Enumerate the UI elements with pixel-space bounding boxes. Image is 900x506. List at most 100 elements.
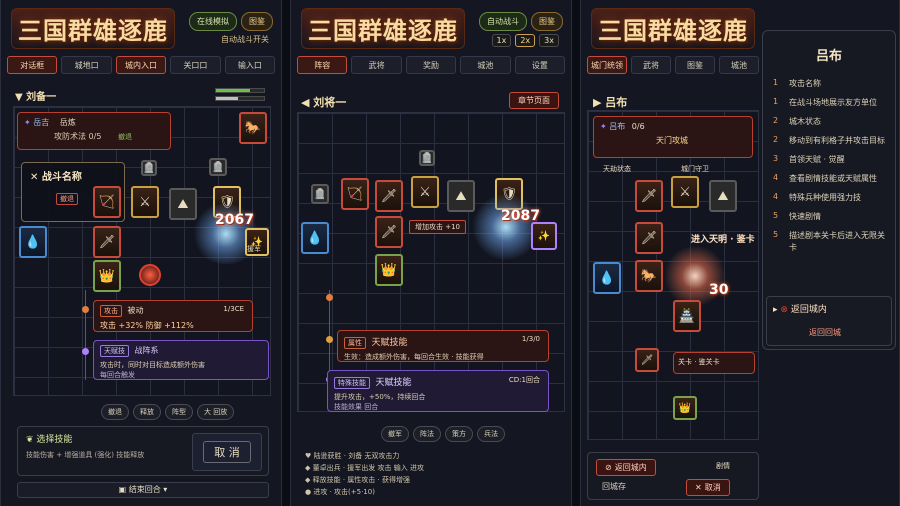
commander-unit[interactable]: 👑 <box>375 254 403 286</box>
codex-button[interactable]: 图鉴 <box>241 12 273 31</box>
buff-ratio: 1/3CE <box>223 305 244 313</box>
cancel-button[interactable]: ✕ 取消 <box>686 479 730 496</box>
general-unit[interactable]: ⚔ <box>411 176 439 208</box>
game-logo: 三国群雄逐鹿 <box>591 8 755 49</box>
close-icon[interactable]: ✕ <box>30 172 38 183</box>
settle-button[interactable]: 回城存 <box>602 481 626 492</box>
tab-settings[interactable]: 设置 <box>514 56 566 74</box>
skill-card[interactable]: 天赋技 战阵系 攻击时，同时对目标造成额外伤害 每回合触发 <box>93 340 269 380</box>
player-card[interactable]: ✦ 吕布 0/6 天门攻城 <box>593 116 753 158</box>
enemy-unit[interactable]: 🗡 <box>635 348 659 372</box>
guide-item: 1 在战斗场地展示友方单位 <box>773 97 877 107</box>
cancel-button[interactable]: 取 消 <box>203 441 251 463</box>
tombstone-icon: 🪦 <box>419 150 435 166</box>
buff-label: 增加攻击 +10 <box>409 220 466 234</box>
speed-2x[interactable]: 2x <box>515 34 536 47</box>
warrior-unit[interactable]: 🗡 <box>375 216 403 248</box>
water-unit[interactable]: 💧 <box>593 262 621 294</box>
damage-number: 30 <box>709 282 729 298</box>
tab-city[interactable]: 城池 <box>460 56 511 74</box>
return-button[interactable]: 返回回城 <box>809 327 841 338</box>
return-city-box: ▸ ⊗ 返回城内 返回回城 <box>766 296 892 346</box>
board-title: ▼ 刘备一 <box>15 92 57 103</box>
speed-selector: 1x 2x 3x <box>491 34 559 47</box>
tab-input[interactable]: 输入口 <box>224 56 276 74</box>
commander-unit[interactable]: 👑 <box>673 396 697 420</box>
replay-button[interactable]: 大 回放 <box>197 404 235 420</box>
special-tag: 特殊技能 <box>334 377 370 389</box>
talent-tag: 属性 <box>344 337 366 349</box>
player-status: 0/6 <box>631 122 645 131</box>
speed-3x[interactable]: 3x <box>539 34 559 47</box>
special-desc: 提升攻击，+50%，持续回合 <box>334 393 426 401</box>
art-of-war-button[interactable]: 兵法 <box>477 426 505 442</box>
general-unit[interactable]: ⚔ <box>671 176 699 208</box>
log-entry: ♥ 陆逊获胜 · 刘备 无双攻击力 <box>305 452 400 460</box>
tab-inner-city[interactable]: 城内入口 <box>115 56 167 74</box>
player-icon: ✦ <box>24 118 31 127</box>
retreat-button[interactable]: 撤退 <box>101 404 129 420</box>
general-unit[interactable]: ⚔ <box>131 186 159 218</box>
formation-button[interactable]: 阵型 <box>165 404 193 420</box>
mp-bar <box>215 96 265 101</box>
talent-desc: 生效：造成额外伤害，每回合生效 · 技能获得 <box>344 353 484 361</box>
special-ratio: CD:1回合 <box>508 376 540 384</box>
player-status: 岳炼 <box>59 118 76 127</box>
spear-unit[interactable]: 🗡 <box>635 180 663 212</box>
stage-card[interactable]: 关卡 · 鉴关卡 <box>673 352 755 374</box>
battle-screen-1: 三国群雄逐鹿 在线模拟 图鉴 自动战斗开关 对话框 城地口 城内入口 关口口 输… <box>0 0 282 506</box>
special-skill-card[interactable]: 特殊技能 天赋技能 CD:1回合 提升攻击，+50%，持续回合 技能效果 回合 <box>327 370 549 412</box>
zone-label: 天劫状态 <box>603 165 631 173</box>
speed-1x[interactable]: 1x <box>491 34 512 47</box>
tab-gate-guard[interactable]: 城门统领 <box>587 56 627 74</box>
archer-unit[interactable]: 🏹 <box>93 186 121 218</box>
tab-city[interactable]: 城池 <box>719 56 759 74</box>
water-unit[interactable]: 💧 <box>19 226 47 258</box>
tab-codex[interactable]: 图鉴 <box>675 56 715 74</box>
skill-desc2: 每回合触发 <box>100 371 135 379</box>
mountain-icon: ⛰ <box>709 180 737 212</box>
strategy-button[interactable]: 策方 <box>445 426 473 442</box>
enemy-cavalry-unit[interactable]: 🐎 <box>239 112 267 144</box>
tab-dialog[interactable]: 对话框 <box>7 56 58 74</box>
tab-gate[interactable]: 关口口 <box>170 56 221 74</box>
buff-card[interactable]: 攻击 被动 1/3CE 攻击 +32% 防御 +112% <box>93 300 253 332</box>
guide-item: 1 攻击名称 <box>773 78 821 88</box>
battle-screen-2: 三国群雄逐鹿 自动战斗 图鉴 1x 2x 3x 阵容 武将 奖励 城池 设置 ◀… <box>290 0 572 506</box>
codex-button[interactable]: 图鉴 <box>531 12 563 31</box>
cavalry-unit[interactable]: 🐎 <box>635 260 663 292</box>
guide-item: 4 特殊兵种使用强力技 <box>773 192 861 202</box>
end-turn-button[interactable]: ▣ 结束回合 ▾ <box>17 482 269 498</box>
auto-battle-button[interactable]: 自动战斗 <box>479 12 527 31</box>
special-title: 天赋技能 <box>375 378 412 388</box>
withdraw-button[interactable]: 撤军 <box>381 426 409 442</box>
commander-unit[interactable]: 👑 <box>93 260 121 292</box>
spear-unit[interactable]: 🗡 <box>375 180 403 212</box>
target-marker-icon[interactable] <box>139 264 161 286</box>
return-city-button[interactable]: ⊘ 返回城内 <box>596 459 656 476</box>
water-unit[interactable]: 💧 <box>301 222 329 254</box>
warrior-unit[interactable]: 🗡 <box>93 226 121 258</box>
archer-unit[interactable]: 🏹 <box>341 178 369 210</box>
tab-generals[interactable]: 武将 <box>351 56 402 74</box>
auto-battle-button[interactable]: 在线模拟 <box>189 12 237 31</box>
player-icon: ✦ <box>600 122 607 131</box>
chapter-page-button[interactable]: 章节页面 <box>509 92 559 109</box>
tactics-button[interactable]: 阵法 <box>413 426 441 442</box>
talent-card[interactable]: 属性 天赋技能 1/3/0 生效：造成额外伤害，每回合生效 · 技能获得 <box>337 330 549 362</box>
player-card[interactable]: ✦ 岳吉 岳炼 攻防术法 0/5 撤退 <box>17 112 171 150</box>
special-desc2: 技能效果 回合 <box>334 403 379 411</box>
buff-tag: 攻击 <box>100 305 122 317</box>
warrior-unit[interactable]: 🗡 <box>635 222 663 254</box>
reinforce-unit[interactable]: ✨ <box>531 222 557 250</box>
talent-ratio: 1/3/0 <box>521 335 540 343</box>
gate-unit[interactable]: 🏯 <box>673 300 701 332</box>
tab-city-entry[interactable]: 城地口 <box>61 56 112 74</box>
tab-rewards[interactable]: 奖励 <box>405 56 457 74</box>
buff-effect: 攻击 +32% 防御 +112% <box>100 321 194 330</box>
tab-lineup[interactable]: 阵容 <box>297 56 348 74</box>
tab-bar: 对话框 城地口 城内入口 关口口 输入口 <box>7 56 276 74</box>
skill-desc: 攻击时，同时对目标造成额外伤害 <box>100 361 205 369</box>
tab-generals[interactable]: 武将 <box>631 56 671 74</box>
release-button[interactable]: 释放 <box>133 404 161 420</box>
